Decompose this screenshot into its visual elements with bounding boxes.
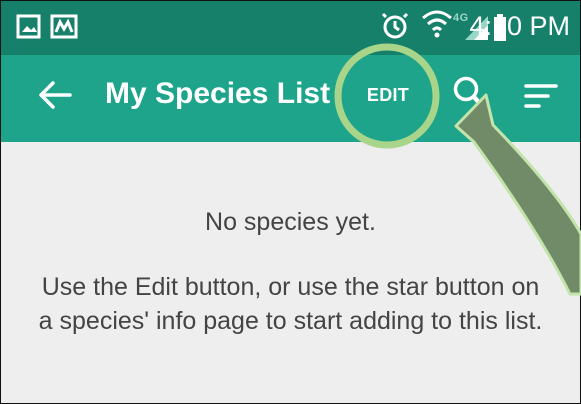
- search-button[interactable]: [449, 73, 493, 117]
- alarm-icon: [381, 10, 409, 47]
- search-icon: [453, 76, 487, 111]
- sort-icon: [524, 84, 558, 108]
- app-bar: My Species List EDIT: [1, 55, 580, 142]
- status-bar: 4G 4:10 PM: [1, 1, 580, 55]
- back-arrow-icon: [39, 81, 72, 109]
- wifi-icon: [420, 8, 454, 47]
- edit-button[interactable]: EDIT: [353, 75, 423, 115]
- sort-button[interactable]: [519, 73, 563, 117]
- status-time: 4:10 PM: [469, 11, 570, 41]
- gallery-icon: [16, 14, 41, 44]
- back-button[interactable]: [35, 75, 75, 115]
- phone-screen: 4G 4:10 PM My Species List EDIT No speci…: [0, 0, 581, 404]
- empty-state-panel: No species yet. Use the Edit button, or …: [1, 142, 580, 403]
- empty-state-message: Use the Edit button, or use the star but…: [38, 273, 543, 335]
- empty-state-title: No species yet.: [205, 208, 376, 236]
- page-title: My Species List: [105, 77, 331, 110]
- photo-icon: [50, 14, 78, 44]
